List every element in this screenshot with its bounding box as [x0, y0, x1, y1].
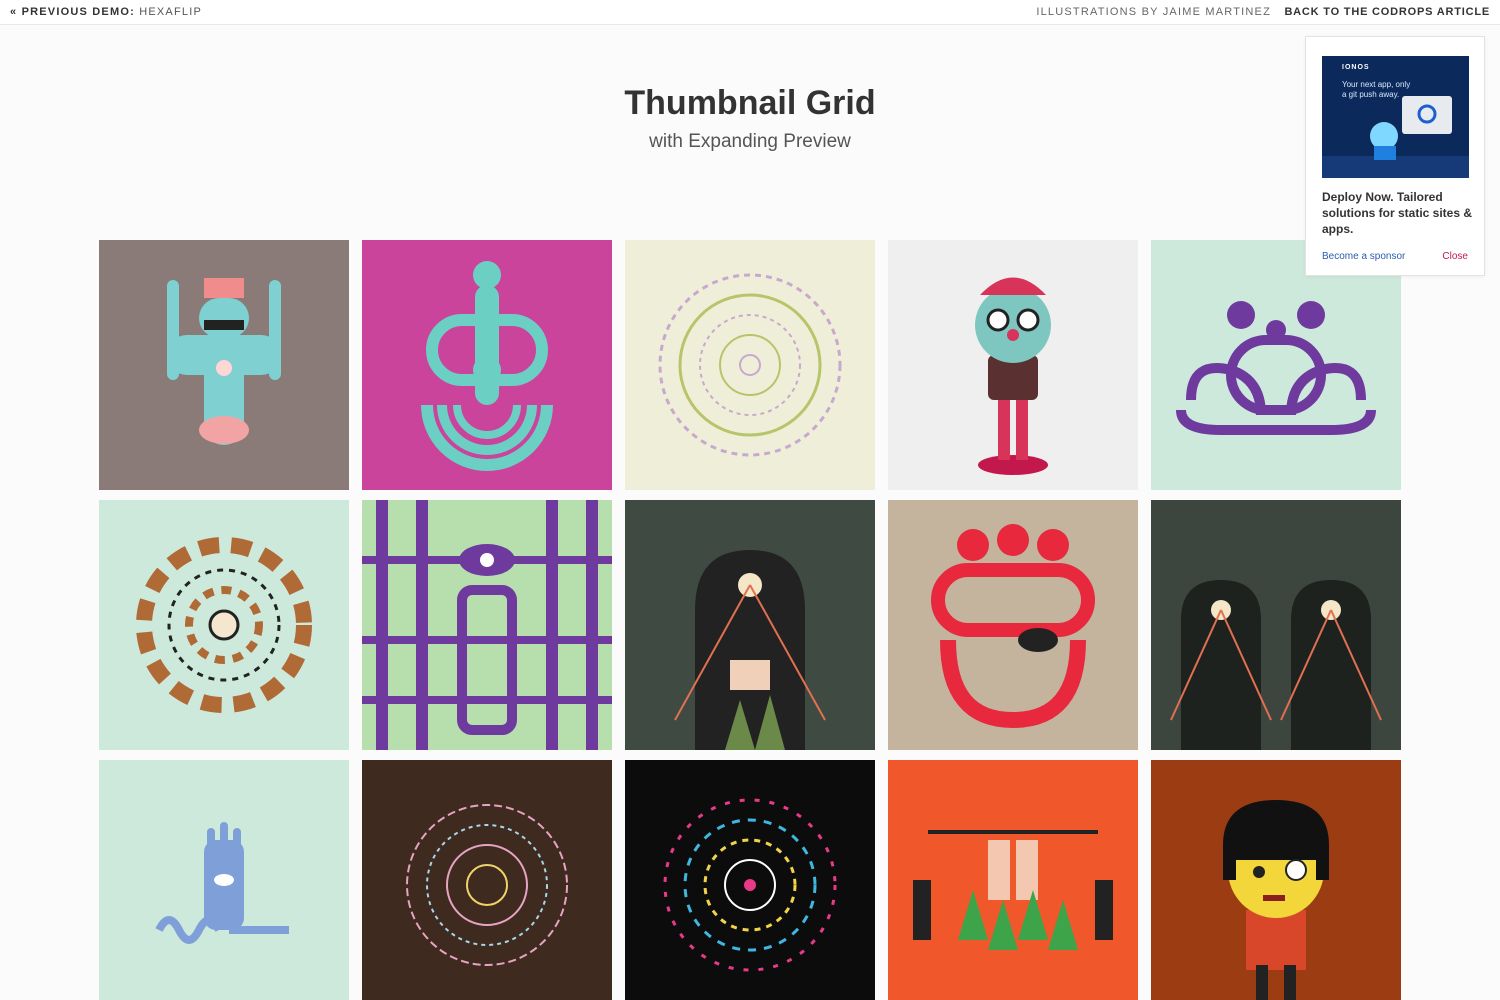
- thumbnail-6[interactable]: [99, 500, 349, 750]
- thumbnail-10[interactable]: [1151, 500, 1401, 750]
- illustration-boy-cap: [888, 240, 1138, 490]
- illustration-mandala-light: [625, 240, 875, 490]
- illustration-figure-arch: [362, 240, 612, 490]
- page-subtitle: with Expanding Preview: [649, 131, 851, 152]
- illustration-mandala-black: [625, 760, 875, 1000]
- thumbnail-5[interactable]: [1151, 240, 1401, 490]
- illustration-forest-pattern: [1151, 500, 1401, 750]
- thumbnail-13[interactable]: [625, 760, 875, 1000]
- thumbnail-2[interactable]: [362, 240, 612, 490]
- back-to-article-link[interactable]: BACK TO THE CODROPS ARTICLE: [1284, 6, 1490, 18]
- ad-illustration: [1322, 96, 1469, 178]
- thumbnail-4[interactable]: [888, 240, 1138, 490]
- illustration-mandala-dark: [362, 760, 612, 1000]
- illustration-purple-octopus: [1151, 240, 1401, 490]
- become-sponsor-link[interactable]: Become a sponsor: [1322, 251, 1405, 262]
- illustration-orange-scene: [888, 760, 1138, 1000]
- illustration-pattern-purple: [362, 500, 612, 750]
- thumbnail-7[interactable]: [362, 500, 612, 750]
- thumbnail-12[interactable]: [362, 760, 612, 1000]
- illustration-mandala-eyes: [99, 500, 349, 750]
- previous-demo-link[interactable]: « PREVIOUS DEMO: HEXAFLIP: [10, 6, 202, 18]
- illustration-blue-hand: [99, 760, 349, 1000]
- illustration-girl-yellow: [1151, 760, 1401, 1000]
- thumbnail-3[interactable]: [625, 240, 875, 490]
- illustration-forest-scene: [625, 500, 875, 750]
- thumbnail-8[interactable]: [625, 500, 875, 750]
- ad-image[interactable]: IONOS Your next app, only a git push awa…: [1322, 56, 1469, 178]
- top-bar: « PREVIOUS DEMO: HEXAFLIP ILLUSTRATIONS …: [0, 0, 1500, 25]
- previous-demo-name: HEXAFLIP: [139, 6, 203, 18]
- illustration-red-creature: [888, 500, 1138, 750]
- thumbnail-11[interactable]: [99, 760, 349, 1000]
- ad-text: Deploy Now. Tailored solutions for stati…: [1322, 190, 1473, 236]
- illustrations-credit-link[interactable]: ILLUSTRATIONS BY JAIME MARTINEZ: [1036, 6, 1271, 18]
- sponsor-ad: IONOS Your next app, only a git push awa…: [1305, 36, 1485, 276]
- thumbnail-1[interactable]: [99, 240, 349, 490]
- page-title: Thumbnail Grid: [624, 84, 876, 122]
- previous-demo-prefix: « PREVIOUS DEMO:: [10, 6, 135, 18]
- thumbnail-14[interactable]: [888, 760, 1138, 1000]
- close-ad-button[interactable]: Close: [1442, 251, 1468, 262]
- illustration-figure-cyan: [99, 240, 349, 490]
- thumbnail-9[interactable]: [888, 500, 1138, 750]
- thumbnail-15[interactable]: [1151, 760, 1401, 1000]
